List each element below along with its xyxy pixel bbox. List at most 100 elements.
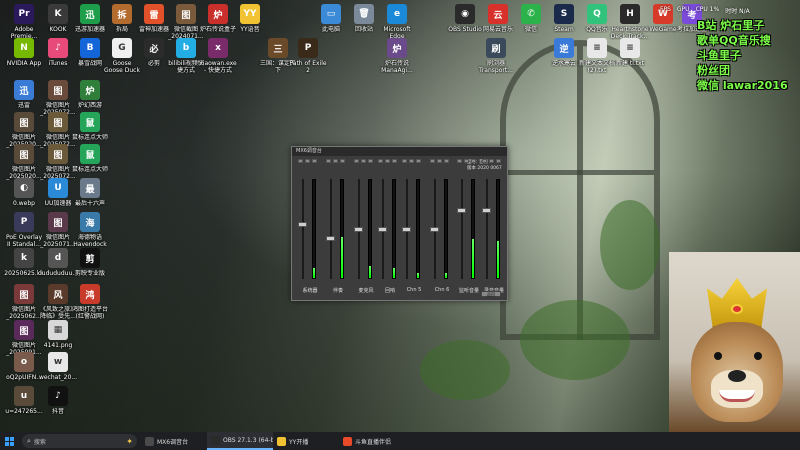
- mixer-back-button[interactable]: 返回: [481, 291, 501, 297]
- stream-overlay-text: B站 炉石里子 歌单QQ音乐搜 斗鱼里子 粉丝团 微信 lawar2016: [697, 18, 800, 93]
- desktop-icon-label: Path of Exile 2: [289, 60, 327, 74]
- channel-toggle-button[interactable]: [326, 159, 331, 163]
- channel-toggle-button[interactable]: [496, 159, 501, 163]
- channel-toggle-button[interactable]: [444, 159, 449, 163]
- channel-fader[interactable]: [378, 226, 387, 232]
- channel-toggle-button[interactable]: [471, 159, 476, 163]
- hud-cpu: CPU 1%: [695, 6, 720, 13]
- channel-toggle-button[interactable]: [430, 159, 435, 163]
- desktop-icon[interactable]: 刷刷浏器 Transport...: [474, 38, 518, 74]
- channel-toggle-button[interactable]: [298, 159, 303, 163]
- fader-track: [330, 179, 332, 279]
- webcam-feed: [669, 252, 800, 432]
- desktop-icon[interactable]: 海海德物语 Havendock: [68, 212, 112, 248]
- desktop-icon[interactable]: 最最后十六声: [68, 178, 112, 207]
- app-icon: 剪: [80, 248, 100, 268]
- fader-track: [302, 179, 304, 279]
- desktop-icon[interactable]: ▦ 4141.png: [36, 320, 80, 349]
- overlay-line: 斗鱼里子: [697, 49, 741, 62]
- level-meter-fill: [472, 238, 474, 278]
- channel-buttons: [326, 159, 350, 163]
- taskbar-search[interactable]: ⌕ 搜索 ✦: [22, 434, 137, 448]
- hud-fps: FPS: [660, 6, 671, 13]
- desktop-icon[interactable]: 鸿鸿图打造平台 (红警战网): [68, 284, 112, 320]
- desktop-icon[interactable]: ♪ 抖音: [36, 386, 80, 415]
- desktop-icon-label: 炉石传说 ManaAgi...: [381, 60, 413, 74]
- channel-fader[interactable]: [430, 226, 439, 232]
- channel-fader[interactable]: [402, 226, 411, 232]
- channel-toggle-button[interactable]: [333, 159, 338, 163]
- channel-toggle-button[interactable]: [402, 159, 407, 163]
- channel-toggle-button[interactable]: [482, 159, 487, 163]
- channel-fader[interactable]: [298, 221, 307, 227]
- channel-toggle-button[interactable]: [464, 159, 469, 163]
- channel-toggle-button[interactable]: [437, 159, 442, 163]
- channel-toggle-button[interactable]: [457, 159, 462, 163]
- desktop-icon[interactable]: P Path of Exile 2: [286, 38, 330, 74]
- channel-toggle-button[interactable]: [416, 159, 421, 163]
- channel-toggle-button[interactable]: [378, 159, 383, 163]
- desktop-icon[interactable]: w wechat_20...: [36, 352, 80, 381]
- app-icon: ◉: [455, 4, 475, 24]
- channel-fader[interactable]: [354, 226, 363, 232]
- overlay-line: 粉丝团: [697, 64, 730, 77]
- mixer-window[interactable]: MX6调音台 型号: 音频 版本 2020 0067 系统器 伴奏 麦克风 回响 Chn…: [291, 146, 508, 301]
- taskbar-app-label: YY开播: [289, 438, 309, 446]
- channel-toggle-button[interactable]: [409, 159, 414, 163]
- channel-toggle-button[interactable]: [340, 159, 345, 163]
- app-icon: ♪: [48, 386, 68, 406]
- taskbar-app-button[interactable]: OBS 27.1.3 (64-bi...: [207, 432, 273, 450]
- desktop-icon[interactable]: e Microsoft Edge: [375, 4, 419, 40]
- desktop-icon[interactable]: 炉炉石传说 ManaAgi...: [375, 38, 419, 74]
- taskbar-app-button[interactable]: MX6调音台: [141, 432, 207, 450]
- channel-toggle-button[interactable]: [392, 159, 397, 163]
- desktop-icon-label: 新建 tl.txt: [615, 60, 645, 67]
- level-meter: [340, 179, 344, 279]
- app-icon: N: [14, 38, 34, 58]
- app-icon: w: [48, 352, 68, 372]
- mixer-title[interactable]: MX6调音台: [292, 147, 507, 156]
- channel-name: 系统器: [302, 288, 318, 294]
- channel-toggle-button[interactable]: [354, 159, 359, 163]
- search-icon: ⌕: [27, 436, 31, 445]
- app-icon: ♪: [48, 38, 68, 58]
- overlay-line: 微信 lawar2016: [697, 79, 788, 92]
- channel-toggle-button[interactable]: [312, 159, 317, 163]
- start-button[interactable]: [0, 432, 18, 450]
- desktop-icon[interactable]: 剪剪映专业版: [68, 248, 112, 277]
- taskbar-app-icon: [145, 436, 154, 446]
- desktop-icon-label: xiaowan.exe - 快捷方式: [199, 60, 237, 74]
- app-icon: 迅: [80, 4, 100, 24]
- windows-logo-icon: [4, 436, 14, 446]
- app-icon: 拆: [112, 4, 132, 24]
- level-meter-fill: [393, 268, 395, 278]
- channel-toggle-button[interactable]: [489, 159, 494, 163]
- taskbar-app-button[interactable]: YY开播: [273, 432, 339, 450]
- app-icon: P: [298, 38, 318, 58]
- app-icon: x: [208, 38, 228, 58]
- app-icon: 图: [176, 4, 196, 24]
- desktop-icon[interactable]: 炉炉幻西游: [68, 80, 112, 109]
- channel-fader[interactable]: [482, 207, 491, 213]
- desktop-icon[interactable]: ≡ 新建 tl.txt: [608, 38, 652, 67]
- desktop-icon[interactable]: 鼠鼠标连点大师: [68, 144, 112, 173]
- channel-fader[interactable]: [326, 236, 335, 241]
- app-icon: 必: [144, 38, 164, 58]
- app-icon: 风: [48, 284, 68, 304]
- channel-toggle-button[interactable]: [385, 159, 390, 163]
- channel-toggle-button[interactable]: [305, 159, 310, 163]
- taskbar-app-icon: [343, 436, 352, 446]
- channel-toggle-button[interactable]: [368, 159, 373, 163]
- channel-name: 伴奏: [332, 288, 343, 294]
- desktop-icon[interactable]: YY YY语音: [228, 4, 272, 33]
- desktop-icon[interactable]: x xiaowan.exe - 快捷方式: [196, 38, 240, 74]
- taskbar-app-icon: [211, 435, 220, 445]
- app-icon: 最: [80, 178, 100, 198]
- taskbar-apps: MX6调音台 OBS 27.1.3 (64-bi... YY开播 斗鱼直播伴侣: [141, 432, 405, 450]
- taskbar-app-button[interactable]: 斗鱼直播伴侣: [339, 432, 405, 450]
- channel-fader[interactable]: [457, 207, 466, 213]
- app-icon: Pr: [14, 4, 34, 24]
- app-icon: 图: [48, 144, 68, 164]
- channel-toggle-button[interactable]: [361, 159, 366, 163]
- desktop-icon[interactable]: 鼠鼠标连点大师: [68, 112, 112, 141]
